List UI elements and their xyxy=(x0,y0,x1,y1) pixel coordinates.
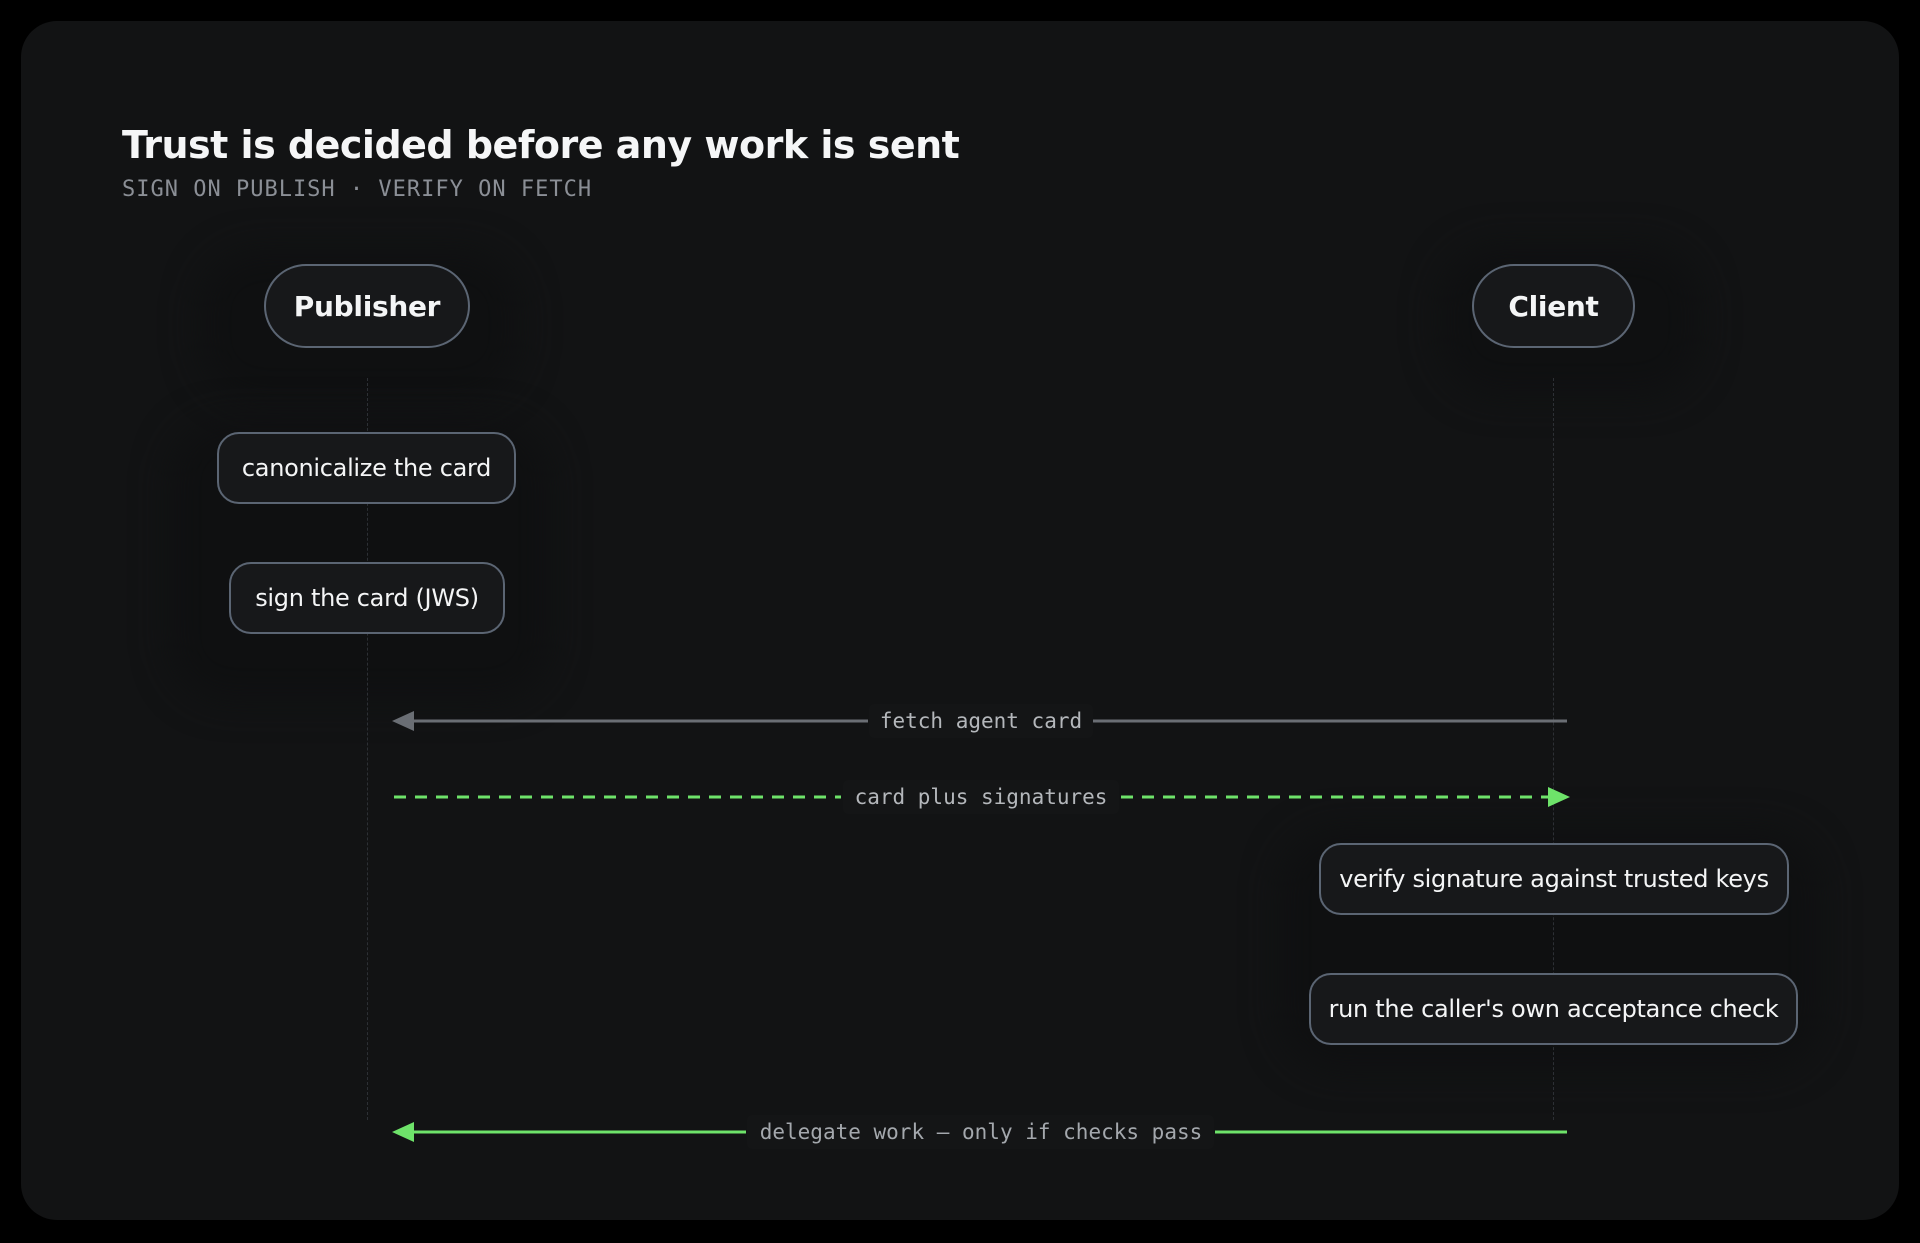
message-arrows: fetch agent card card plus signatures de… xyxy=(392,704,1570,1149)
fetch-arrowhead xyxy=(392,711,414,731)
reply-label: card plus signatures xyxy=(855,785,1108,809)
fetch-label: fetch agent card xyxy=(880,709,1082,733)
delegate-arrowhead xyxy=(392,1122,414,1142)
reply-arrowhead xyxy=(1548,787,1570,807)
delegate-label: delegate work — only if checks pass xyxy=(760,1120,1203,1144)
reply-message: card plus signatures xyxy=(394,780,1570,814)
fetch-message: fetch agent card xyxy=(392,704,1567,738)
delegate-message: delegate work — only if checks pass xyxy=(392,1115,1567,1149)
